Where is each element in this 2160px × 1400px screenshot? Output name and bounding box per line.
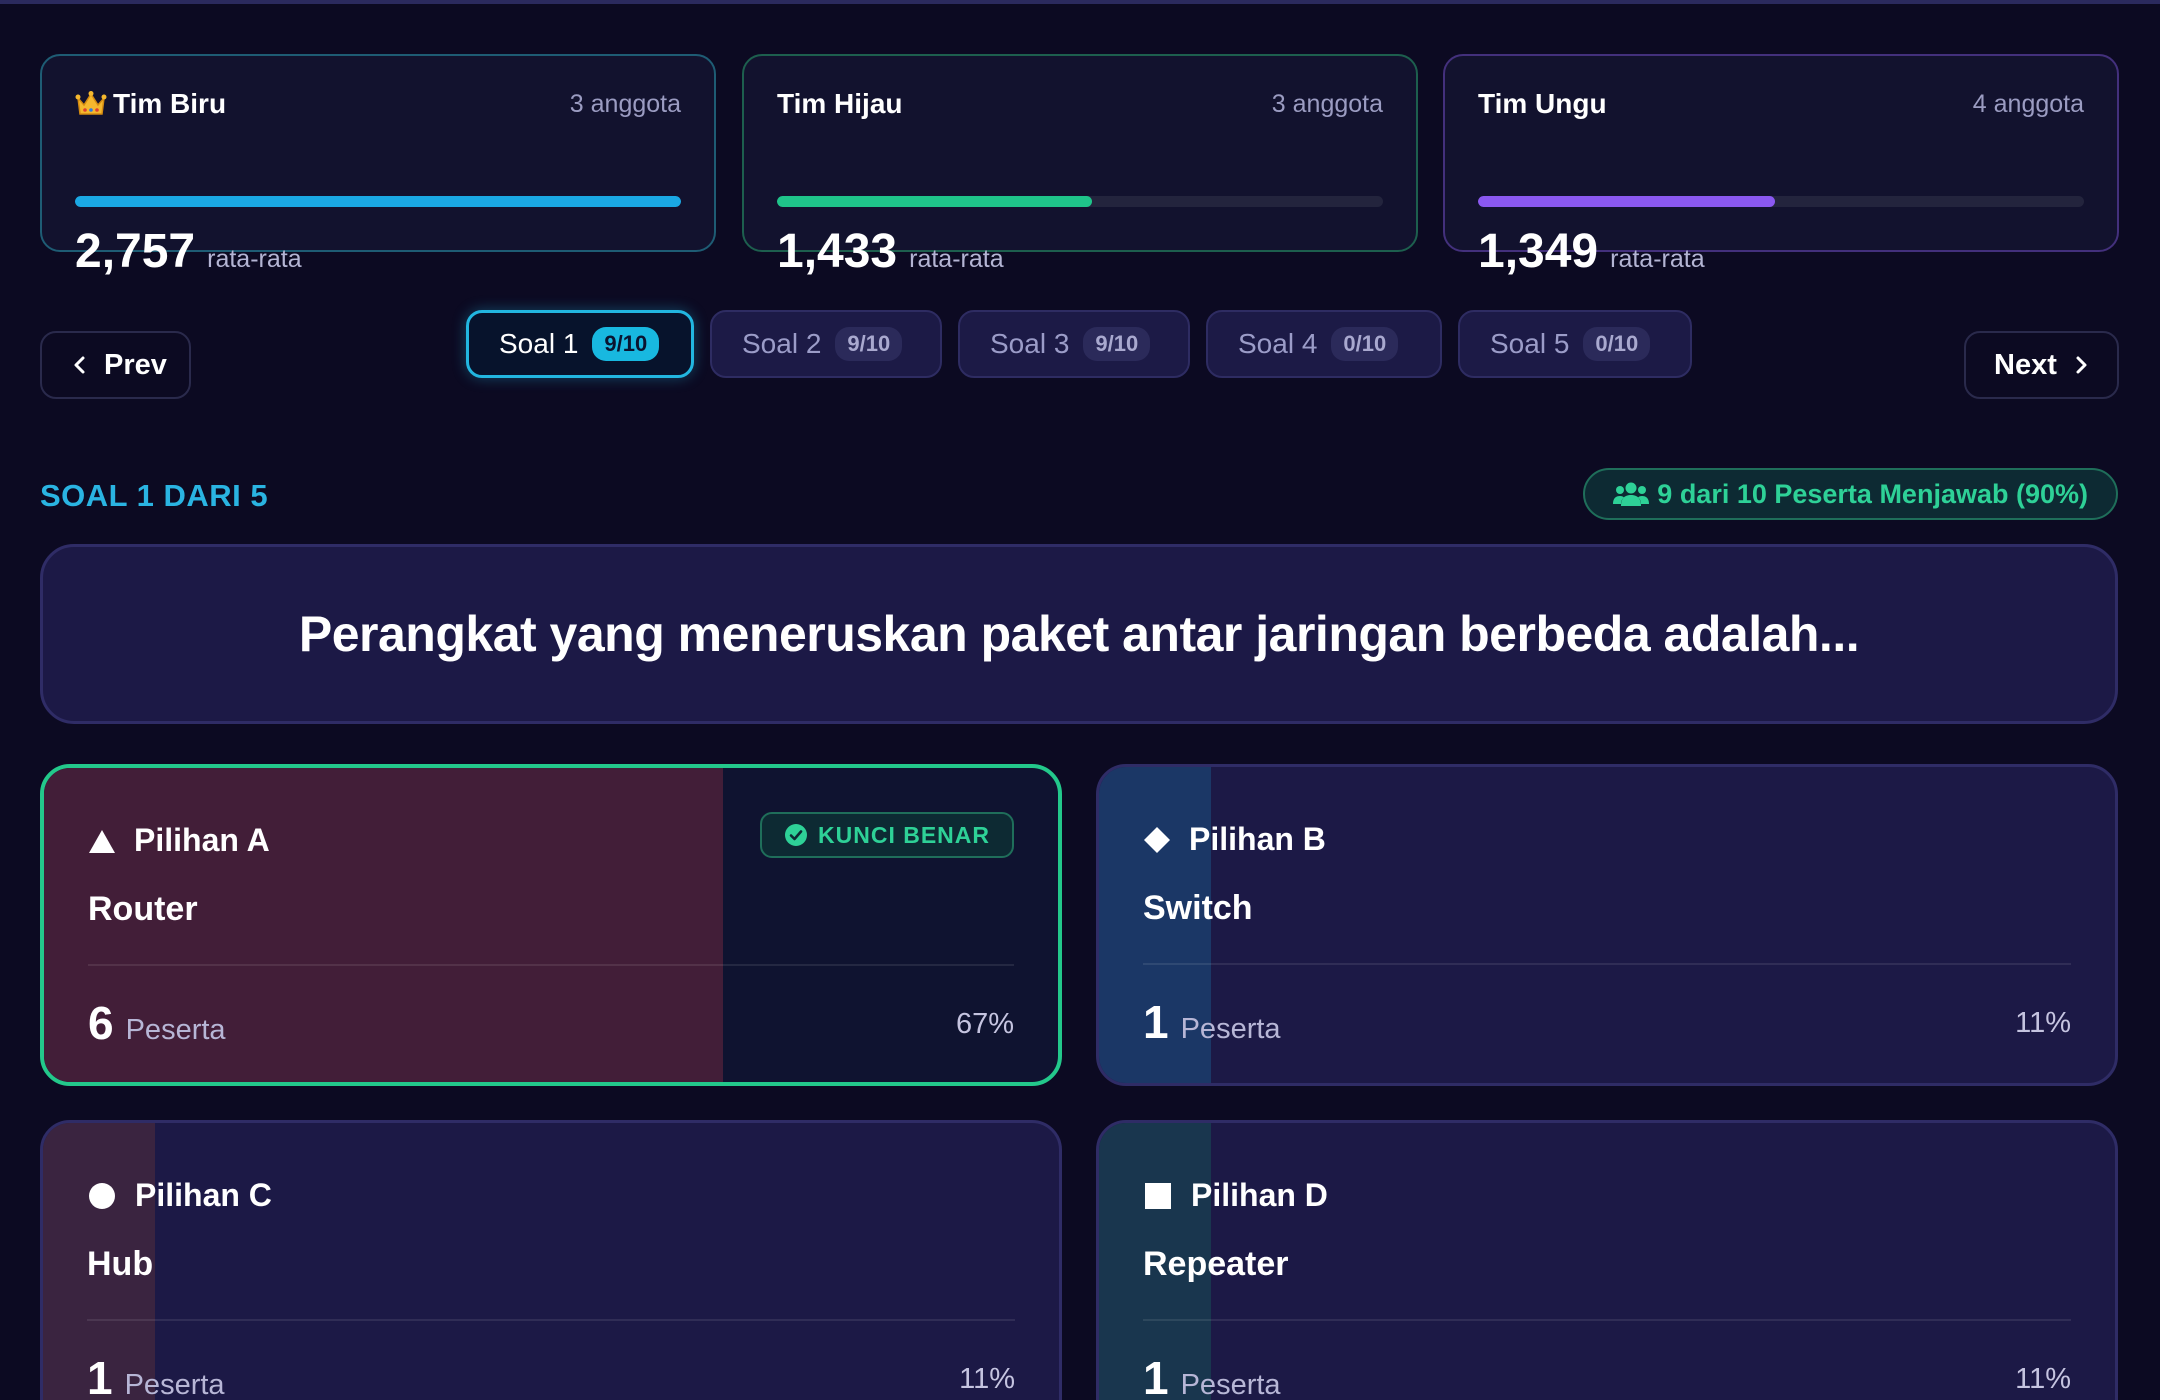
diamond-icon: [1144, 826, 1170, 853]
count-value: 1: [87, 1352, 113, 1400]
option-count: 6 Peserta: [88, 996, 226, 1050]
team-score: 2,757 rata-rata: [75, 224, 302, 279]
option-card-d: Pilihan D Repeater 1 Peserta 11%: [1096, 1120, 2118, 1400]
divider: [1143, 963, 2071, 965]
option-title: Pilihan C: [135, 1177, 272, 1213]
users-icon: [1613, 482, 1650, 506]
divider: [88, 964, 1014, 966]
team-card-biru: Tim Biru 3 anggota 2,757 rata-rata: [40, 54, 716, 278]
option-percent: 11%: [2015, 1007, 2071, 1039]
team-progress-track: [777, 196, 1383, 207]
team-members: 4 anggota: [1972, 89, 2084, 118]
tab-badge: 9/10: [1083, 327, 1151, 361]
next-button[interactable]: Next: [1964, 331, 2119, 399]
team-card-ungu: Tim Ungu 4 anggota 1,349 rata-rata: [1443, 54, 2119, 278]
team-name-text: Tim Ungu: [1478, 88, 1607, 119]
team-name-text: Tim Biru: [113, 88, 227, 119]
next-label: Next: [1994, 348, 2057, 381]
team-members: 3 anggota: [569, 89, 681, 118]
tab-label: Soal 1: [499, 328, 579, 359]
divider: [1143, 1319, 2071, 1321]
count-label: Peserta: [1180, 1013, 1281, 1045]
tab-label: Soal 3: [990, 328, 1070, 359]
option-header: Pilihan B: [1143, 821, 1326, 858]
option-title: Pilihan A: [134, 822, 270, 858]
count-label: Peserta: [124, 1369, 225, 1400]
team-progress-fill: [777, 196, 1093, 207]
question-number-label: SOAL 1 DARI 5: [40, 478, 269, 513]
team-score: 1,433 rata-rata: [777, 224, 1004, 279]
team-score-label: rata-rata: [207, 245, 302, 273]
question-text: Perangkat yang meneruskan paket antar ja…: [298, 606, 1860, 662]
top-border: [0, 0, 2160, 4]
chevron-left-icon: [74, 356, 85, 374]
team-name-text: Tim Hijau: [777, 88, 903, 119]
answered-status-badge: 9 dari 10 Peserta Menjawab (90%): [1583, 468, 2118, 520]
tab-soal-3[interactable]: Soal 3 9/10: [958, 310, 1190, 378]
tab-badge: 9/10: [835, 327, 903, 361]
crown-icon: [75, 91, 107, 115]
divider: [87, 1319, 1015, 1321]
option-answer: Hub: [87, 1245, 154, 1283]
tab-soal-5[interactable]: Soal 5 0/10: [1458, 310, 1692, 378]
team-progress-fill: [75, 196, 681, 207]
team-card-hijau: Tim Hijau 3 anggota 1,433 rata-rata: [742, 54, 1418, 278]
option-count: 1 Peserta: [1143, 995, 1281, 1049]
check-circle-icon: [785, 824, 807, 846]
team-score: 1,349 rata-rata: [1478, 224, 1705, 279]
count-value: 1: [1143, 996, 1169, 1048]
tab-badge: 9/10: [592, 327, 660, 361]
tab-label: Soal 2: [742, 328, 822, 359]
answered-text: 9 dari 10 Peserta Menjawab (90%): [1657, 478, 2088, 509]
tab-label: Soal 5: [1490, 328, 1570, 359]
count-value: 6: [88, 997, 114, 1049]
correct-label: KUNCI BENAR: [818, 821, 990, 848]
team-score-value: 2,757: [75, 225, 196, 278]
prev-label: Prev: [104, 348, 167, 381]
option-card-a: Pilihan A KUNCI BENAR Router 6 Peserta 6…: [40, 764, 1062, 1086]
tab-soal-2[interactable]: Soal 2 9/10: [710, 310, 942, 378]
team-members: 3 anggota: [1271, 89, 1383, 118]
correct-answer-badge: KUNCI BENAR: [760, 812, 1014, 858]
team-name: Tim Hijau: [777, 88, 903, 120]
option-title: Pilihan B: [1189, 821, 1326, 857]
circle-icon: [89, 1182, 115, 1209]
triangle-icon: [89, 829, 115, 853]
option-card-c: Pilihan C Hub 1 Peserta 11%: [40, 1120, 1062, 1400]
option-title: Pilihan D: [1191, 1177, 1328, 1213]
team-progress-track: [1478, 196, 2084, 207]
option-header: Pilihan D: [1143, 1177, 1328, 1214]
team-score-label: rata-rata: [909, 245, 1004, 273]
question-box: Perangkat yang meneruskan paket antar ja…: [40, 544, 2118, 724]
option-header: Pilihan C: [87, 1177, 272, 1214]
tab-soal-1[interactable]: Soal 1 9/10: [466, 310, 694, 378]
option-answer: Router: [88, 890, 198, 928]
option-count: 1 Peserta: [1143, 1351, 1281, 1400]
option-card-b: Pilihan B Switch 1 Peserta 11%: [1096, 764, 2118, 1086]
option-percent: 67%: [955, 1008, 1014, 1040]
option-percent: 11%: [959, 1363, 1015, 1395]
option-answer: Switch: [1143, 889, 1253, 927]
tab-label: Soal 4: [1238, 328, 1318, 359]
option-percent: 11%: [2015, 1363, 2071, 1395]
option-answer: Repeater: [1143, 1245, 1289, 1283]
tab-soal-4[interactable]: Soal 4 0/10: [1206, 310, 1442, 378]
tab-badge: 0/10: [1583, 327, 1651, 361]
count-label: Peserta: [1180, 1369, 1281, 1400]
prev-button[interactable]: Prev: [40, 331, 191, 399]
square-icon: [1145, 1182, 1171, 1209]
tab-badge: 0/10: [1331, 327, 1399, 361]
team-name: Tim Biru: [75, 88, 226, 120]
chevron-right-icon: [2076, 356, 2087, 374]
team-score-value: 1,349: [1478, 225, 1599, 278]
count-label: Peserta: [125, 1014, 226, 1046]
team-progress-track: [75, 196, 681, 207]
team-score-label: rata-rata: [1610, 245, 1705, 273]
option-header: Pilihan A: [88, 822, 270, 859]
team-name: Tim Ungu: [1478, 88, 1607, 120]
option-count: 1 Peserta: [87, 1351, 225, 1400]
team-score-value: 1,433: [777, 225, 898, 278]
team-progress-fill: [1478, 196, 1775, 207]
count-value: 1: [1143, 1352, 1169, 1400]
